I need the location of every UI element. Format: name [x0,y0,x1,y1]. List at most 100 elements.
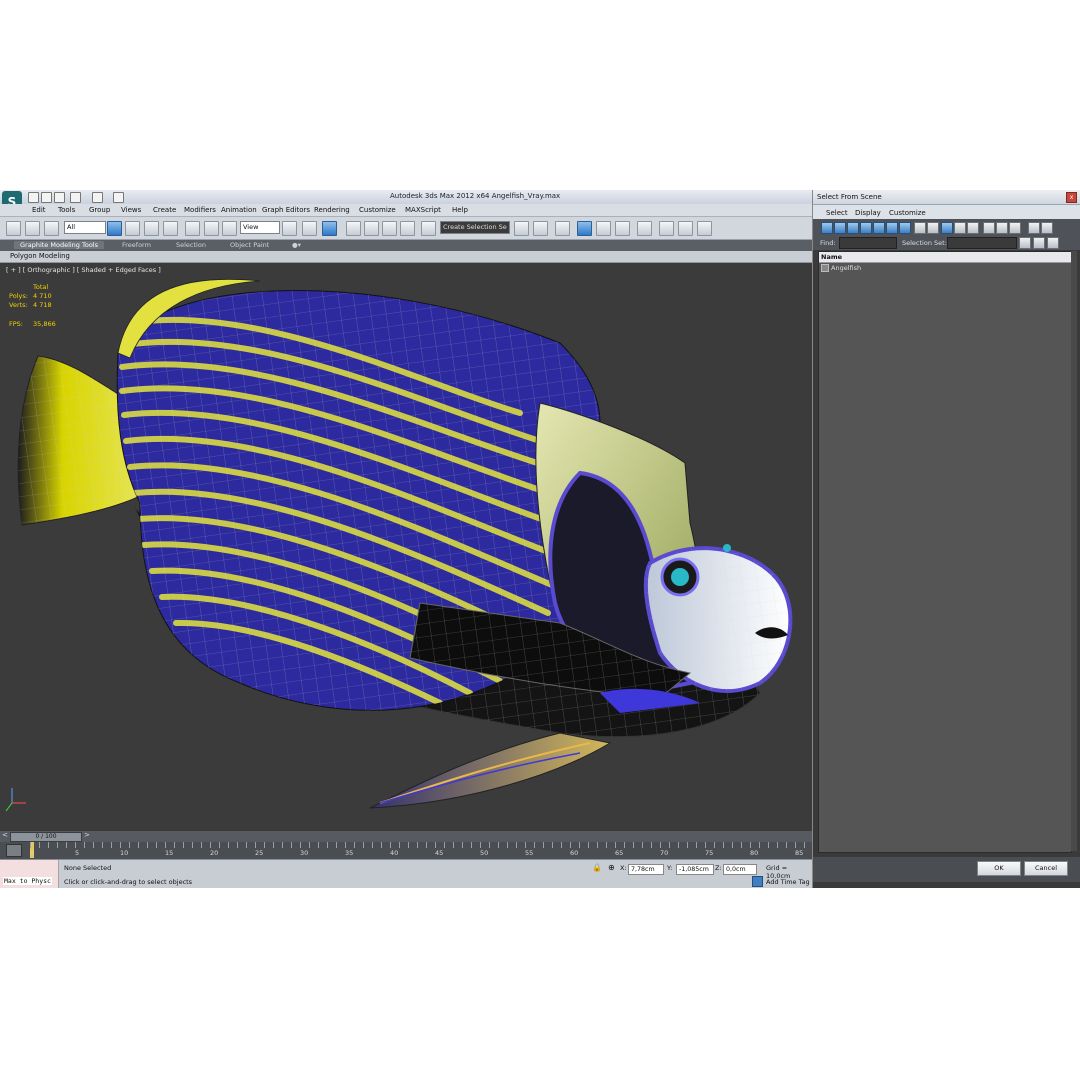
absolute-mode-icon[interactable]: ⊕ [608,863,615,872]
edit-named-selection-icon[interactable] [421,221,436,236]
rectangular-selection-icon[interactable] [144,221,159,236]
render-production-icon[interactable] [697,221,712,236]
menu-views[interactable]: Views [121,206,141,214]
scene-object-list[interactable]: Name Angelfish [818,251,1072,853]
select-dependents-icon[interactable] [1033,237,1045,249]
list-item[interactable]: Angelfish [821,264,1001,273]
selection-set-dropdown[interactable] [947,237,1017,249]
schematic-view-icon[interactable] [615,221,630,236]
perspective-viewport[interactable]: [ + ] [ Orthographic ] [ Shaded + Edged … [0,263,812,830]
dialog-menu-customize[interactable]: Customize [889,209,926,217]
tab-selection[interactable]: Selection [176,241,206,249]
snaps-toggle-icon[interactable] [346,221,361,236]
window-crossing-icon[interactable] [163,221,178,236]
keyboard-shortcut-override-icon[interactable] [322,221,337,236]
selection-lock-icon[interactable]: 🔒 [592,863,602,872]
menu-help[interactable]: Help [452,206,468,214]
unlink-icon[interactable] [25,221,40,236]
angelfish-model[interactable] [0,263,812,830]
rotate-icon[interactable] [204,221,219,236]
select-none-icon[interactable] [996,222,1008,234]
display-cameras-icon[interactable] [860,222,872,234]
spinner-snap-icon[interactable] [400,221,415,236]
select-invert-icon[interactable] [1009,222,1021,234]
menu-group[interactable]: Group [89,206,110,214]
menu-modifiers[interactable]: Modifiers [184,206,216,214]
move-icon[interactable] [185,221,200,236]
dialog-close-button[interactable]: x [1066,192,1077,203]
select-manipulate-icon[interactable] [302,221,317,236]
filter-icon[interactable] [1028,222,1040,234]
menu-edit[interactable]: Edit [32,206,46,214]
display-lights-icon[interactable] [847,222,859,234]
layer-manager-icon[interactable] [555,221,570,236]
tab-graphite-modeling-tools[interactable]: Graphite Modeling Tools [14,241,105,249]
named-selection-sets-dropdown[interactable]: Create Selection Se [440,221,510,234]
rendered-frame-window-icon[interactable] [678,221,693,236]
list-scrollbar[interactable] [1071,251,1077,851]
column-name-header[interactable]: Name [821,253,842,261]
display-groups-icon[interactable] [899,222,911,234]
time-prev-icon[interactable]: < [2,831,8,839]
ribbon-options-icon[interactable]: ●▾ [292,241,301,249]
save-file-icon[interactable] [54,192,65,203]
add-time-tag[interactable]: Add Time Tag [766,878,810,886]
cancel-button[interactable]: Cancel [1024,861,1068,876]
reference-coordinate-dropdown[interactable]: View [240,221,280,234]
maxscript-listener-mini[interactable]: Max to Physc [0,860,59,888]
render-setup-icon[interactable] [659,221,674,236]
display-geometry-icon[interactable] [821,222,833,234]
time-tag-icon[interactable] [752,876,763,887]
pivot-center-icon[interactable] [282,221,297,236]
track-bar[interactable]: 0 5 10 15 20 25 30 35 40 45 50 55 60 65 … [0,842,812,859]
material-editor-icon[interactable] [637,221,652,236]
menu-animation[interactable]: Animation [221,206,257,214]
select-all-icon[interactable] [983,222,995,234]
time-next-icon[interactable]: > [84,831,90,839]
menu-create[interactable]: Create [153,206,176,214]
z-coord-field[interactable]: 0,0cm [723,864,757,875]
display-shapes-icon[interactable] [834,222,846,234]
undo-icon[interactable] [70,192,81,203]
maxscript-listener-text[interactable]: Max to Physc [3,877,52,885]
align-icon[interactable] [533,221,548,236]
display-xrefs-icon[interactable] [914,222,926,234]
select-by-name-icon[interactable] [125,221,140,236]
y-coord-field[interactable]: -1,085cm [676,864,714,875]
select-children-icon[interactable] [1047,237,1059,249]
mini-curve-editor-icon[interactable] [6,844,22,857]
ok-button[interactable]: OK [977,861,1021,876]
x-coord-field[interactable]: 7,78cm [628,864,664,875]
redo-icon[interactable] [92,192,103,203]
time-slider[interactable]: 0 / 100 [10,832,82,842]
graphite-toggle-icon[interactable] [577,221,592,236]
menu-maxscript[interactable]: MAXScript [405,206,441,214]
tab-freeform[interactable]: Freeform [122,241,151,249]
selection-filter-dropdown[interactable]: All [64,221,106,234]
menu-tools[interactable]: Tools [58,206,75,214]
display-all-icon[interactable] [941,222,953,234]
dialog-menu-select[interactable]: Select [826,209,848,217]
tab-object-paint[interactable]: Object Paint [230,241,269,249]
angle-snap-icon[interactable] [364,221,379,236]
select-object-icon[interactable] [107,221,122,236]
open-file-icon[interactable] [41,192,52,203]
project-folder-icon[interactable] [113,192,124,203]
display-bones-icon[interactable] [927,222,939,234]
select-and-link-icon[interactable] [6,221,21,236]
scale-icon[interactable] [222,221,237,236]
menu-rendering[interactable]: Rendering [314,206,350,214]
polygon-modeling-panel[interactable]: Polygon Modeling [10,252,70,260]
sync-selection-icon[interactable] [1041,222,1053,234]
bind-space-warp-icon[interactable] [44,221,59,236]
new-file-icon[interactable] [28,192,39,203]
menu-customize[interactable]: Customize [359,206,396,214]
percent-snap-icon[interactable] [382,221,397,236]
dialog-menu-display[interactable]: Display [855,209,881,217]
display-helpers-icon[interactable] [873,222,885,234]
display-invert-icon[interactable] [967,222,979,234]
display-none-icon[interactable] [954,222,966,234]
menu-graph-editors[interactable]: Graph Editors [262,206,310,214]
mirror-icon[interactable] [514,221,529,236]
display-space-warps-icon[interactable] [886,222,898,234]
